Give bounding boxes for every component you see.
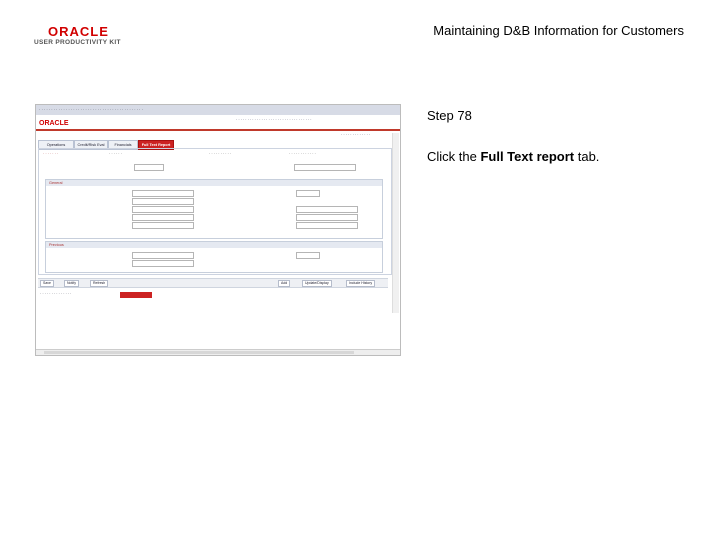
instruction-text: Click the Full Text report tab.: [427, 149, 599, 164]
page-heading: · · · · · · ·: [43, 152, 59, 156]
field-7[interactable]: [296, 206, 358, 213]
field-4[interactable]: [132, 214, 194, 221]
logo-brand: ORACLE: [48, 24, 109, 39]
oracle-upk-logo: ORACLE USER PRODUCTIVITY KIT: [34, 24, 126, 48]
section-general: General: [45, 179, 383, 239]
step-label: Step 78: [427, 108, 472, 123]
screenshot-breadcrumb-bar: · · · · · · · · · · · · · · · · · · · · …: [36, 105, 400, 115]
scrollbar-thumb[interactable]: [44, 351, 354, 354]
save-button[interactable]: Save: [40, 280, 54, 287]
field-6[interactable]: [296, 190, 320, 197]
set-id-row: · · · · · ·: [109, 152, 122, 156]
screenshot-header-divider: [36, 129, 400, 131]
screenshot-footer-links: · · · · · · · · · · · · · ·: [40, 292, 72, 296]
add-button[interactable]: Add: [278, 280, 291, 287]
field-9[interactable]: [296, 222, 358, 229]
document-title: Maintaining D&B Information for Customer…: [433, 23, 684, 38]
screenshot-vertical-scrollbar[interactable]: [392, 133, 399, 313]
application-screenshot: · · · · · · · · · · · · · · · · · · · · …: [35, 104, 401, 356]
update-display-button[interactable]: Update/Display: [302, 280, 332, 287]
notify-button[interactable]: Notify: [64, 280, 79, 287]
field-10[interactable]: [132, 252, 194, 259]
instruction-target: Full Text report: [480, 149, 575, 164]
section-previous-header: Previous: [46, 242, 382, 248]
section-general-header: General: [46, 180, 382, 186]
field-12[interactable]: [296, 252, 320, 259]
screenshot-page-content: · · · · · · · · · · · · · · · · · · · · …: [38, 148, 392, 275]
field-2[interactable]: [132, 198, 194, 205]
include-history-button[interactable]: Include History: [346, 280, 376, 287]
field-8[interactable]: [296, 214, 358, 221]
field-1[interactable]: [132, 190, 194, 197]
screenshot-oracle-logo: ORACLE: [39, 120, 69, 127]
footer-active-tab[interactable]: [120, 292, 152, 298]
refresh-button[interactable]: Refresh: [90, 280, 109, 287]
screenshot-header-links: · · · · · · · · · · · · · · · · · · · · …: [236, 118, 312, 122]
logo-subtitle: USER PRODUCTIVITY KIT: [34, 39, 121, 46]
screenshot-horizontal-scrollbar[interactable]: [36, 349, 400, 355]
instruction-suffix: tab.: [574, 149, 600, 164]
screenshot-button-bar: Save Notify Refresh Add Update/Display I…: [38, 278, 388, 288]
screenshot-utility-links: · · · · · · · · · · · · ·: [341, 133, 371, 137]
duns-row: · · · · · · · · · ·: [209, 152, 232, 156]
instruction-prefix: Click the: [427, 149, 481, 164]
scope-select[interactable]: [294, 164, 356, 171]
fiscal-date-field[interactable]: [134, 164, 164, 171]
field-5[interactable]: [132, 222, 194, 229]
section-previous: Previous: [45, 241, 383, 273]
purchase-link: · · · · · · · · · · · ·: [289, 152, 316, 156]
field-11[interactable]: [132, 260, 194, 267]
breadcrumb-text: · · · · · · · · · · · · · · · · · · · · …: [39, 107, 143, 112]
field-3[interactable]: [132, 206, 194, 213]
